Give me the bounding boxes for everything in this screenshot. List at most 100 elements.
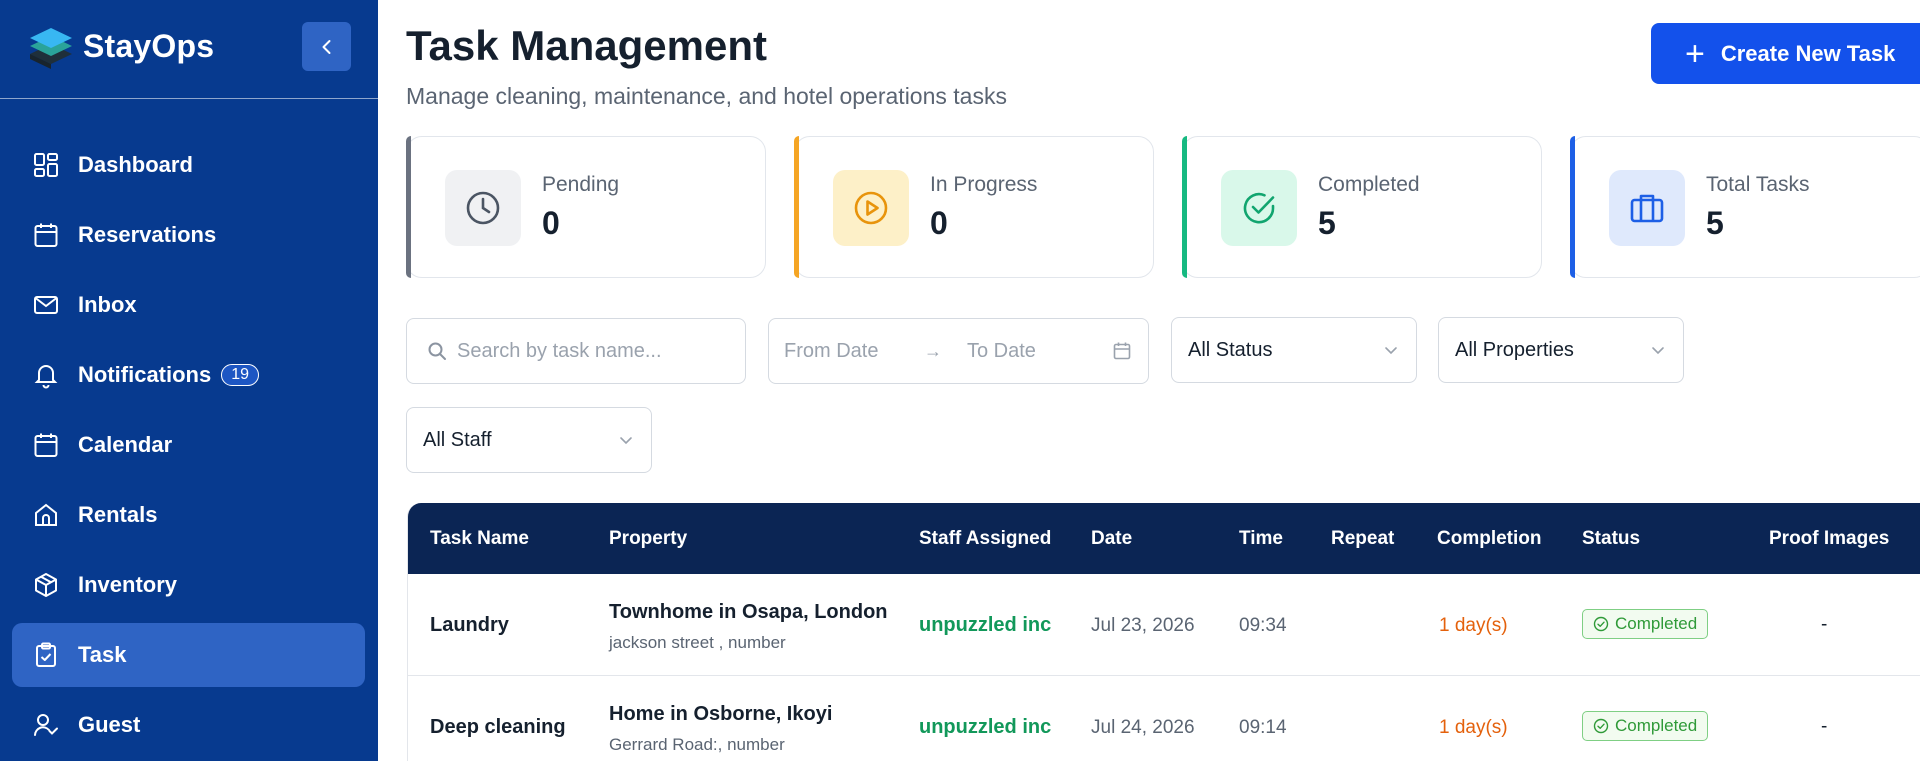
sidebar-item-dashboard[interactable]: Dashboard	[12, 133, 365, 197]
properties-select[interactable]: All Properties	[1438, 317, 1684, 383]
sidebar-item-label: Task	[78, 642, 127, 667]
dashboard-icon	[34, 153, 58, 177]
staff-assigned: unpuzzled inc	[919, 614, 1052, 636]
status-badge: Completed	[1582, 711, 1709, 741]
arrow-right-icon: →	[924, 340, 942, 361]
column-header-date[interactable]: Date	[1091, 528, 1132, 550]
stat-icon-box	[445, 170, 521, 246]
chevron-down-icon	[1652, 347, 1664, 355]
sidebar-nav: Dashboard Reservations Inbox Notificatio…	[12, 133, 365, 761]
stat-value: 5	[1706, 205, 1724, 241]
plus-icon: +	[1685, 34, 1705, 73]
check-circle-icon	[1243, 192, 1275, 224]
stat-label: Total Tasks	[1706, 173, 1810, 196]
box-icon	[35, 573, 57, 597]
create-new-task-button[interactable]: + Create New Task	[1651, 23, 1920, 84]
mail-icon	[34, 296, 58, 314]
stat-label: Pending	[542, 173, 620, 196]
task-date: Jul 23, 2026	[1091, 615, 1195, 636]
task-name: Laundry	[430, 614, 509, 636]
date-range-picker[interactable]: From Date → To Date	[768, 318, 1149, 384]
column-header-staff-assigned[interactable]: Staff Assigned	[919, 528, 1051, 550]
staff-select[interactable]: All Staff	[406, 407, 652, 473]
calendar-icon	[1113, 342, 1131, 360]
staff-assigned: unpuzzled inc	[919, 716, 1052, 738]
stat-value: 0	[542, 205, 560, 241]
stat-accent-bar	[406, 136, 411, 278]
property-address: Gerrard Road:, number	[609, 735, 785, 754]
column-header-proof-images[interactable]: Proof Images	[1769, 528, 1889, 550]
page-subtitle: Manage cleaning, maintenance, and hotel …	[406, 83, 1007, 109]
stat-label: In Progress	[930, 173, 1038, 196]
stat-card-in-progress: In Progress 0	[794, 136, 1154, 278]
sidebar-item-calendar[interactable]: Calendar	[12, 413, 365, 477]
sidebar-item-label: Inbox	[78, 292, 137, 317]
search-input[interactable]: Search by task name...	[406, 318, 746, 384]
chevron-down-icon	[1385, 347, 1397, 355]
user-check-icon	[34, 714, 58, 736]
brand-header: StayOps	[0, 0, 378, 99]
sidebar-item-label: Guest	[78, 712, 141, 737]
stat-card-pending: Pending 0	[406, 136, 766, 278]
sidebar-item-notifications[interactable]: Notifications 19	[12, 343, 365, 407]
column-header-task-name[interactable]: Task Name	[430, 528, 529, 550]
brand-name: StayOps	[83, 28, 215, 64]
home-icon	[35, 503, 57, 526]
stat-card-completed: Completed 5	[1182, 136, 1542, 278]
stat-accent-bar	[1570, 136, 1575, 278]
to-date-placeholder: To Date	[967, 339, 1036, 362]
chevron-left-icon	[322, 39, 330, 54]
table-row[interactable]: Deep cleaning Home in Osborne, Ikoyi Ger…	[408, 676, 1920, 761]
stat-icon-box	[1609, 170, 1685, 246]
stat-label: Completed	[1318, 173, 1420, 196]
sidebar-item-label: Notifications	[78, 362, 212, 387]
status-select[interactable]: All Status	[1171, 317, 1417, 383]
stat-accent-bar	[1182, 136, 1187, 278]
task-name: Deep cleaning	[430, 716, 566, 738]
table-row[interactable]: Laundry Townhome in Osapa, London jackso…	[408, 574, 1920, 676]
calendar-icon	[34, 223, 58, 247]
properties-select-value: All Properties	[1455, 338, 1574, 361]
stat-icon-box	[1221, 170, 1297, 246]
sidebar-item-reservations[interactable]: Reservations	[12, 203, 365, 267]
status-label: Completed	[1615, 716, 1698, 735]
stat-value: 0	[930, 205, 948, 241]
sidebar-item-task[interactable]: Task	[12, 623, 365, 687]
check-circle-icon	[1593, 616, 1609, 632]
sidebar-item-label: Rentals	[78, 502, 158, 527]
sidebar-item-label: Calendar	[78, 432, 173, 457]
proof-images: -	[1821, 716, 1828, 737]
stat-accent-bar	[794, 136, 799, 278]
column-header-property[interactable]: Property	[609, 528, 687, 550]
sidebar-item-inventory[interactable]: Inventory	[12, 553, 365, 617]
briefcase-icon	[1630, 194, 1664, 223]
sidebar-item-rentals[interactable]: Rentals	[12, 483, 365, 547]
tasks-table: Task Name Property Staff Assigned Date T…	[407, 503, 1920, 761]
status-label: Completed	[1615, 614, 1698, 633]
create-new-task-label: Create New Task	[1720, 40, 1896, 66]
notifications-count-badge: 19	[221, 364, 260, 386]
task-time: 09:14	[1239, 717, 1287, 738]
from-date-placeholder: From Date	[784, 339, 879, 362]
sidebar-item-guest[interactable]: Guest	[12, 693, 365, 757]
property-name: Home in Osborne, Ikoyi	[609, 703, 833, 725]
stat-icon-box	[833, 170, 909, 246]
sidebar-item-inbox[interactable]: Inbox	[12, 273, 365, 337]
column-header-repeat[interactable]: Repeat	[1331, 528, 1394, 550]
property-address: jackson street , number	[609, 633, 786, 652]
check-circle-icon	[1593, 718, 1609, 734]
calendar-icon	[34, 433, 58, 457]
chevron-down-icon	[620, 437, 632, 445]
completion-duration: 1 day(s)	[1439, 717, 1508, 738]
column-header-status[interactable]: Status	[1582, 528, 1640, 550]
sidebar-item-label: Reservations	[78, 222, 217, 247]
play-circle-icon	[854, 191, 888, 225]
task-time: 09:34	[1239, 615, 1287, 636]
column-header-time[interactable]: Time	[1239, 528, 1283, 550]
clock-icon	[466, 191, 500, 225]
status-badge: Completed	[1582, 609, 1709, 639]
sidebar-item-label: Dashboard	[78, 152, 193, 177]
collapse-sidebar-button[interactable]	[302, 22, 351, 71]
column-header-completion[interactable]: Completion	[1437, 528, 1542, 550]
stat-card-total-tasks: Total Tasks 5	[1570, 136, 1920, 278]
